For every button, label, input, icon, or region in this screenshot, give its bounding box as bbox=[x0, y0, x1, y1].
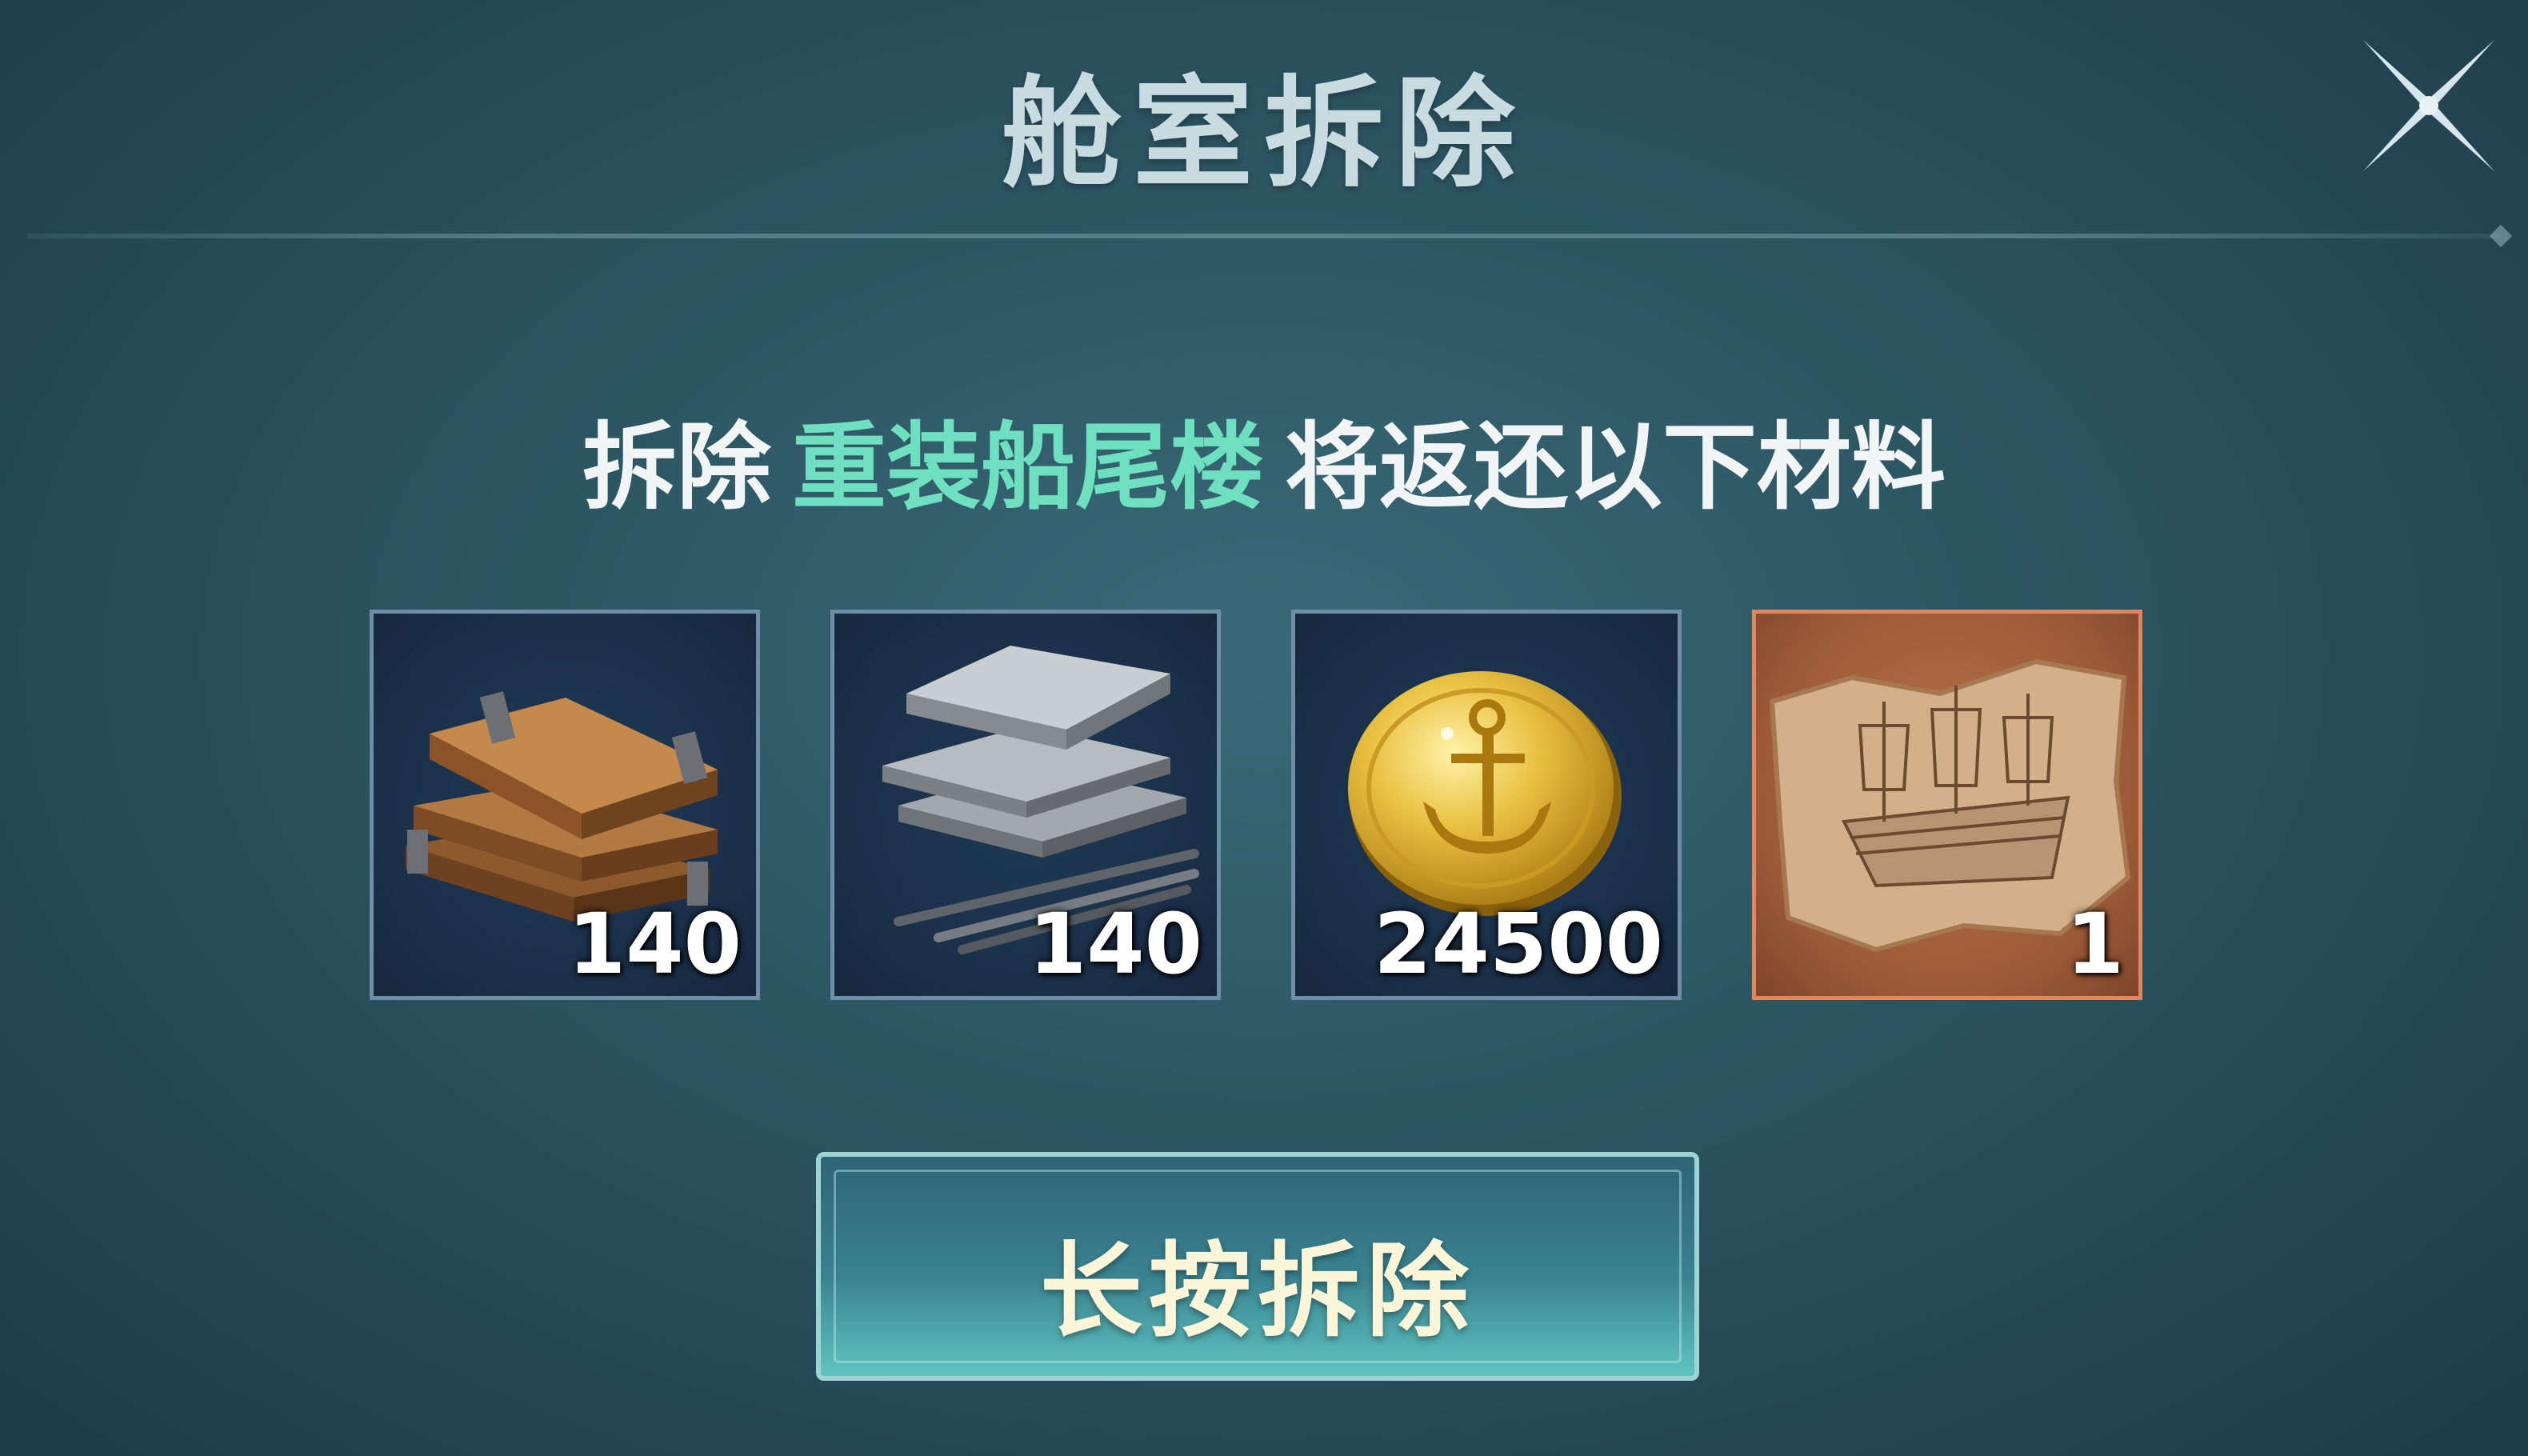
material-slot-steel[interactable]: 140 bbox=[830, 610, 1221, 1000]
header-divider bbox=[27, 234, 2501, 238]
close-button[interactable] bbox=[2357, 34, 2501, 178]
material-slot-wood[interactable]: 140 bbox=[370, 610, 760, 1000]
close-icon bbox=[2363, 40, 2494, 171]
item-count: 140 bbox=[1028, 895, 1202, 993]
cabin-name: 重装船尾楼 bbox=[791, 412, 1264, 522]
message-prefix: 拆除 bbox=[582, 412, 771, 522]
dismantle-message: 拆除 重装船尾楼 将返还以下材料 bbox=[0, 390, 2528, 527]
material-slot-gold[interactable]: 24500 bbox=[1291, 610, 1682, 1000]
dialog-title: 舱室拆除 bbox=[1001, 65, 1526, 204]
confirm-button-label: 长按拆除 bbox=[1039, 1232, 1475, 1351]
material-slot-blueprint[interactable]: 1 bbox=[1752, 610, 2142, 1000]
message-suffix: 将返还以下材料 bbox=[1285, 412, 1946, 522]
item-count: 1 bbox=[2066, 895, 2124, 993]
item-count: 24500 bbox=[1374, 895, 1663, 993]
hold-to-dismantle-button[interactable]: 长按拆除 bbox=[816, 1152, 1699, 1381]
item-count: 140 bbox=[567, 895, 742, 993]
